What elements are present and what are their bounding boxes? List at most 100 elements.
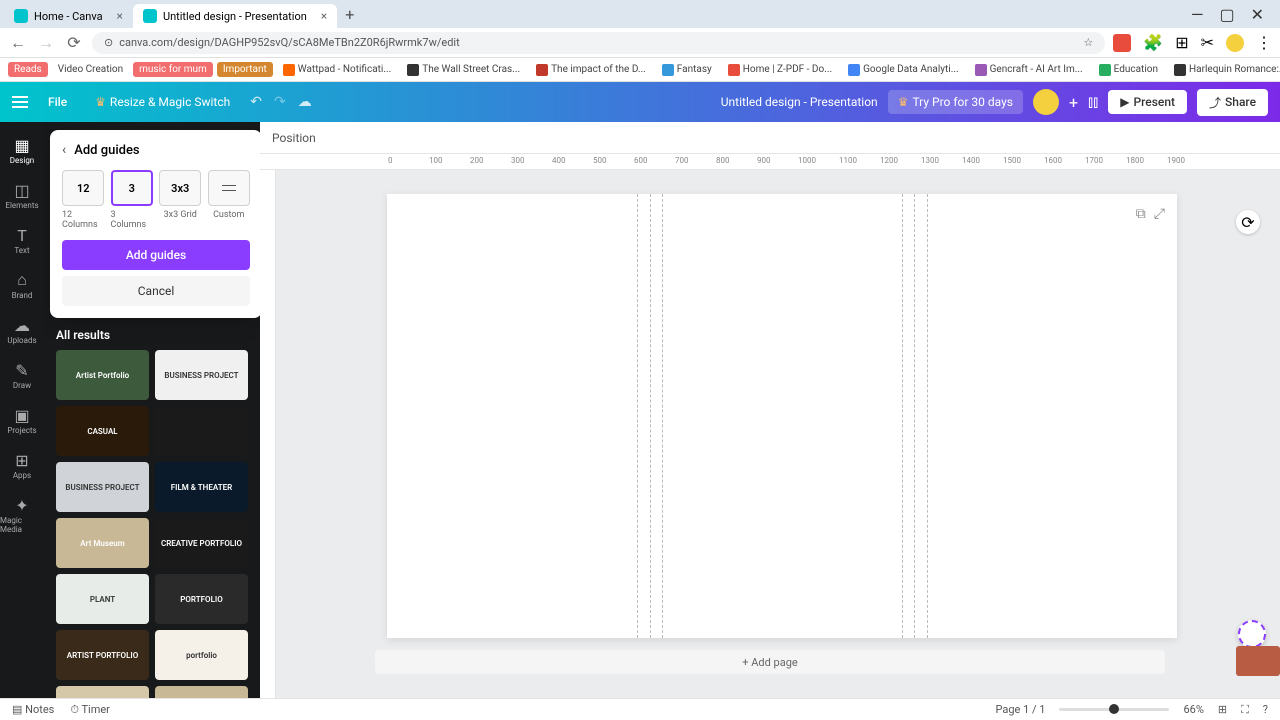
bookmark[interactable]: Video Creation bbox=[52, 62, 129, 77]
bookmark[interactable]: Reads bbox=[8, 62, 48, 77]
menu-icon[interactable] bbox=[12, 96, 28, 108]
rail-elements[interactable]: ◫Elements bbox=[0, 175, 44, 216]
bookmark[interactable]: The impact of the D... bbox=[530, 62, 652, 78]
back-icon[interactable]: ← bbox=[8, 33, 28, 53]
screenshot-icon[interactable]: ✂ bbox=[1201, 33, 1214, 52]
site-info-icon[interactable]: ⊙ bbox=[104, 36, 113, 49]
regenerate-icon[interactable]: ⟳ bbox=[1236, 210, 1260, 234]
guide-option-custom[interactable]: Custom bbox=[208, 170, 251, 230]
template-thumbnail[interactable]: ARTIST PORTFOLIO bbox=[56, 630, 149, 680]
template-thumbnail[interactable]: portfolio bbox=[155, 630, 248, 680]
rail-magic-media[interactable]: ✦Magic Media bbox=[0, 490, 44, 540]
minimize-icon[interactable]: ― bbox=[1191, 5, 1204, 24]
template-thumbnail[interactable]: Artist Portfolio bbox=[56, 350, 149, 400]
close-icon[interactable]: × bbox=[117, 9, 123, 23]
maximize-icon[interactable]: ▢ bbox=[1219, 5, 1234, 24]
rail-projects[interactable]: ▣Projects bbox=[0, 400, 44, 441]
forward-icon[interactable]: → bbox=[36, 33, 56, 53]
template-thumbnail[interactable]: Art Museum bbox=[56, 518, 149, 568]
template-thumbnail[interactable]: CASUAL bbox=[56, 406, 149, 456]
template-thumbnail[interactable]: PORTFOLIO bbox=[155, 574, 248, 624]
template-thumbnail[interactable]: FILM & THEATER bbox=[155, 462, 248, 512]
bookmark[interactable]: Important bbox=[217, 62, 273, 77]
grid-view-icon[interactable]: ⊞ bbox=[1218, 703, 1227, 716]
analytics-icon[interactable]: ⫾⫾ bbox=[1088, 92, 1098, 112]
profile-icon[interactable] bbox=[1226, 34, 1244, 52]
user-avatar[interactable] bbox=[1033, 89, 1059, 115]
guide-line[interactable] bbox=[650, 194, 651, 638]
rail-design[interactable]: ▦Design bbox=[0, 130, 44, 171]
star-icon[interactable]: ☆ bbox=[1083, 36, 1093, 49]
rail-apps[interactable]: ⊞Apps bbox=[0, 445, 44, 486]
template-thumbnail[interactable]: BUSINESS PROJECT bbox=[155, 350, 248, 400]
undo-icon[interactable]: ↶ bbox=[250, 94, 262, 110]
rail-draw[interactable]: ✎Draw bbox=[0, 355, 44, 396]
cancel-button[interactable]: Cancel bbox=[62, 276, 250, 306]
rail-uploads[interactable]: ☁Uploads bbox=[0, 310, 44, 351]
bookmark[interactable]: Gencraft - AI Art Im... bbox=[969, 62, 1089, 78]
bookmark[interactable]: Education bbox=[1093, 62, 1164, 78]
slide[interactable]: ⧉ ⤢ bbox=[387, 194, 1177, 638]
canvas-viewport[interactable]: ⧉ ⤢ + Add page ⟳ bbox=[260, 170, 1280, 698]
add-collaborator-icon[interactable]: + bbox=[1069, 93, 1078, 112]
help-icon[interactable]: ? bbox=[1263, 703, 1268, 716]
new-tab-button[interactable]: + bbox=[345, 5, 354, 24]
add-page-button[interactable]: + Add page bbox=[375, 650, 1165, 674]
browser-tab[interactable]: Untitled design - Presentation × bbox=[133, 4, 337, 28]
try-pro-button[interactable]: ♛Try Pro for 30 days bbox=[888, 90, 1023, 114]
timer-button[interactable]: ⏱ Timer bbox=[70, 703, 110, 717]
guide-line[interactable] bbox=[927, 194, 928, 638]
rail-text[interactable]: TText bbox=[0, 220, 44, 261]
bookmark[interactable]: Fantasy bbox=[656, 62, 718, 78]
template-thumbnail[interactable]: CREATIVE PORTFOLIO bbox=[155, 518, 248, 568]
duplicate-icon[interactable]: ⧉ bbox=[1136, 206, 1146, 222]
cloud-sync-icon[interactable]: ☁ bbox=[298, 94, 312, 110]
add-guides-button[interactable]: Add guides bbox=[62, 240, 250, 270]
notes-button[interactable]: ▤ Notes bbox=[12, 703, 54, 716]
tab-switch-icon[interactable]: ⊞ bbox=[1175, 33, 1188, 52]
guide-line[interactable] bbox=[914, 194, 915, 638]
file-menu[interactable]: File bbox=[40, 91, 75, 113]
url-input[interactable]: ⊙ canva.com/design/DAGHP952svQ/sCA8MeTBn… bbox=[92, 32, 1105, 54]
template-thumbnail[interactable]: Group project bbox=[155, 686, 248, 698]
bookmark[interactable]: Google Data Analyti... bbox=[842, 62, 965, 78]
reload-icon[interactable]: ⟳ bbox=[64, 33, 84, 52]
present-button[interactable]: ▶ Present bbox=[1108, 90, 1187, 114]
expand-icon[interactable]: ⤢ bbox=[1154, 206, 1165, 222]
assistant-badge[interactable] bbox=[1238, 620, 1266, 648]
position-button[interactable]: Position bbox=[272, 131, 316, 145]
bookmark[interactable]: Wattpad - Notificati... bbox=[277, 62, 397, 78]
guide-line[interactable] bbox=[662, 194, 663, 638]
document-title[interactable]: Untitled design - Presentation bbox=[721, 95, 878, 109]
menu-icon[interactable]: ⋮ bbox=[1256, 33, 1272, 52]
extensions-icon[interactable]: 🧩 bbox=[1143, 33, 1163, 52]
back-icon[interactable]: ‹ bbox=[62, 142, 66, 158]
extension-icon[interactable] bbox=[1113, 34, 1131, 52]
bookmark[interactable]: Harlequin Romance:... bbox=[1168, 62, 1280, 78]
close-icon[interactable]: × bbox=[321, 9, 327, 23]
browser-tab[interactable]: Home - Canva × bbox=[4, 4, 133, 28]
template-thumbnail[interactable]: PLANT bbox=[56, 574, 149, 624]
redo-icon[interactable]: ↷ bbox=[274, 94, 286, 110]
fullscreen-icon[interactable]: ⛶ bbox=[1241, 703, 1249, 717]
resize-button[interactable]: ♛Resize & Magic Switch bbox=[87, 91, 238, 113]
template-thumbnail[interactable] bbox=[155, 406, 248, 456]
zoom-slider[interactable] bbox=[1059, 708, 1169, 711]
template-thumbnail[interactable]: CREATIVE Portfolio bbox=[56, 686, 149, 698]
rail-brand[interactable]: ⌂Brand bbox=[0, 265, 44, 306]
bookmark[interactable]: Home | Z-PDF - Do... bbox=[722, 62, 838, 78]
guide-option-3x3[interactable]: 3x3 3x3 Grid bbox=[159, 170, 202, 230]
share-button[interactable]: ⤴ Share bbox=[1197, 89, 1268, 116]
page-indicator[interactable]: Page 1 / 1 bbox=[995, 703, 1045, 716]
guide-line[interactable] bbox=[637, 194, 638, 638]
zoom-level[interactable]: 66% bbox=[1183, 703, 1203, 716]
bookmark[interactable]: The Wall Street Cras... bbox=[401, 62, 526, 78]
close-icon[interactable]: ✕ bbox=[1251, 5, 1264, 24]
guide-option-3col[interactable]: 3 3 Columns bbox=[111, 170, 154, 230]
template-thumbnail[interactable]: BUSINESS PROJECT bbox=[56, 462, 149, 512]
bookmark[interactable]: music for mum bbox=[133, 62, 213, 77]
guide-option-12col[interactable]: 12 12 Columns bbox=[62, 170, 105, 230]
zoom-thumb[interactable] bbox=[1109, 704, 1119, 714]
corner-preview[interactable] bbox=[1236, 646, 1280, 676]
guide-line[interactable] bbox=[902, 194, 903, 638]
